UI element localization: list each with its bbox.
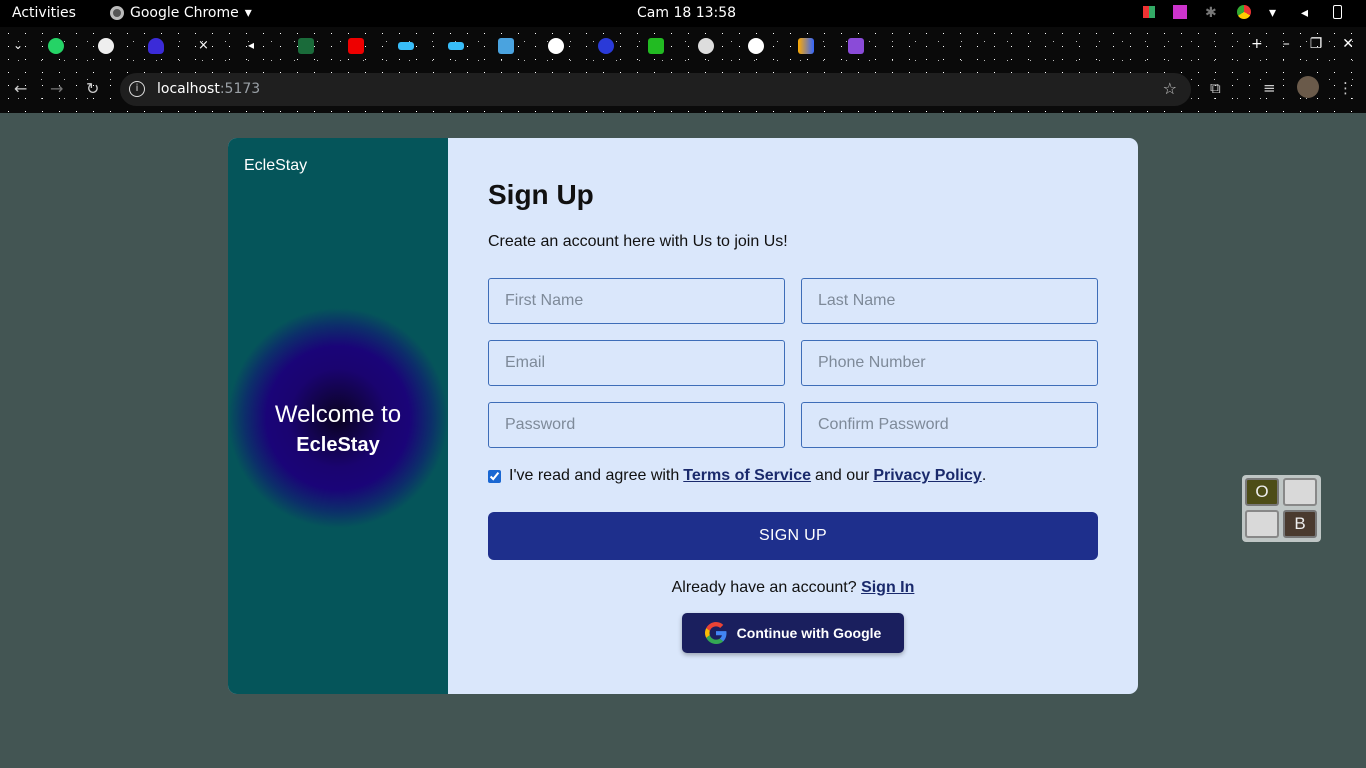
purple-tab-icon[interactable] <box>848 38 864 54</box>
terms-agreement: I've read and agree with Terms of Servic… <box>488 467 986 485</box>
agree-prefix-text: I've read and agree with <box>509 467 680 484</box>
tab-strip: ⌄ × ◂ + – ❐ ✕ <box>0 27 1366 67</box>
close-tab-icon[interactable]: × <box>198 38 214 54</box>
phone-number-field[interactable] <box>801 340 1098 386</box>
brand-logo-text: EcleStay <box>244 157 308 174</box>
reload-icon[interactable]: ↻ <box>86 79 99 98</box>
activities-button[interactable]: Activities <box>12 5 76 21</box>
google-signin-button[interactable]: Continue with Google <box>682 613 904 653</box>
tab-list: × ◂ <box>48 38 864 54</box>
cloud-tab-icon[interactable] <box>148 38 164 54</box>
widget-tile-o[interactable]: O <box>1245 478 1279 506</box>
first-name-field[interactable] <box>488 278 785 324</box>
tab-search-icon[interactable]: ⌄ <box>13 38 23 52</box>
profile-avatar[interactable] <box>1297 76 1319 98</box>
laptop-tab-icon[interactable] <box>498 38 514 54</box>
password-field[interactable] <box>488 402 785 448</box>
site-info-icon[interactable]: i <box>129 81 145 97</box>
sign-in-link[interactable]: Sign In <box>861 579 914 596</box>
terms-checkbox[interactable] <box>488 469 501 483</box>
url-text[interactable]: localhost:5173 <box>157 81 260 97</box>
window-controls: + – ❐ ✕ <box>1251 36 1354 52</box>
apps-grid-icon[interactable] <box>1143 6 1155 18</box>
welcome-panel: EcleStay Welcome to EcleStay <box>228 138 448 694</box>
chrome-menu-icon[interactable]: ⋮ <box>1338 79 1353 97</box>
google-tab-icon[interactable] <box>548 38 564 54</box>
back-icon[interactable]: ← <box>14 79 27 98</box>
email-field[interactable] <box>488 340 785 386</box>
chrome-tray-icon[interactable] <box>1237 5 1251 19</box>
signup-card: EcleStay Welcome to EcleStay Sign Up Cre… <box>228 138 1138 694</box>
welcome-brand: EcleStay <box>296 434 380 456</box>
chrome-tab-icon[interactable] <box>698 38 714 54</box>
battery-icon[interactable] <box>1333 5 1342 19</box>
bluetooth-icon[interactable]: ✱ <box>1205 5 1219 21</box>
system-top-bar: Activities Google Chrome ▾ Cam 18 13:58 … <box>0 0 1366 27</box>
agree-middle-text: and our <box>815 467 870 484</box>
media-control-icon[interactable]: ≡ <box>1263 79 1276 97</box>
page-subtitle: Create an account here with Us to join U… <box>488 233 788 250</box>
agree-suffix-text: . <box>981 467 987 484</box>
widget-tile-empty-2[interactable] <box>1245 510 1279 538</box>
whatsapp-tab-icon[interactable] <box>48 38 64 54</box>
floating-widget[interactable]: O B <box>1242 475 1321 542</box>
welcome-heading: Welcome to EcleStay <box>228 400 448 460</box>
volume-icon[interactable]: ◂ <box>1301 5 1315 21</box>
sign-in-prompt: Already have an account? Sign In <box>488 579 1098 597</box>
google-logo-icon <box>704 622 727 644</box>
system-clock[interactable]: Cam 18 13:58 <box>637 5 736 21</box>
wifi-icon[interactable]: ▾ <box>1269 5 1283 21</box>
system-tray[interactable]: ✱ ▾ ◂ <box>1143 5 1342 21</box>
bookmark-star-icon[interactable]: ☆ <box>1163 79 1177 98</box>
browser-chrome: ⌄ × ◂ + – ❐ ✕ ← → ↻ i localhost:5173 ☆ ⧉… <box>0 27 1366 113</box>
maximize-icon[interactable]: ❐ <box>1310 36 1323 52</box>
rainbow-tab-icon[interactable] <box>798 38 814 54</box>
audio-tab-icon[interactable]: ◂ <box>248 38 264 54</box>
tailwind-tab-icon[interactable] <box>398 42 414 50</box>
forward-icon[interactable]: → <box>50 79 63 98</box>
extensions-icon[interactable]: ⧉ <box>1210 79 1221 97</box>
new-tab-icon[interactable]: + <box>1251 36 1263 52</box>
minimize-icon[interactable]: – <box>1283 36 1290 52</box>
privacy-policy-link[interactable]: Privacy Policy <box>873 467 982 485</box>
youtube-tab-icon[interactable] <box>348 38 364 54</box>
tailwind-tab-icon-2[interactable] <box>448 42 464 50</box>
app-menu-label: Google Chrome <box>130 5 239 21</box>
signup-form: Sign Up Create an account here with Us t… <box>488 138 1098 694</box>
google-button-label: Continue with Google <box>736 625 882 641</box>
google-tab-icon-2[interactable] <box>748 38 764 54</box>
close-window-icon[interactable]: ✕ <box>1342 36 1354 52</box>
caret-down-icon: ▾ <box>244 5 252 21</box>
confirm-password-field[interactable] <box>801 402 1098 448</box>
terms-of-service-link[interactable]: Terms of Service <box>683 467 811 485</box>
widget-tile-empty-1[interactable] <box>1283 478 1317 506</box>
circle-tab-icon[interactable] <box>598 38 614 54</box>
chrome-icon <box>110 6 124 20</box>
sign-up-button[interactable]: SIGN UP <box>488 512 1098 560</box>
widget-tile-b[interactable]: B <box>1283 510 1317 538</box>
page-title: Sign Up <box>488 179 594 210</box>
welcome-line: Welcome to <box>274 401 402 428</box>
last-name-field[interactable] <box>801 278 1098 324</box>
clock-tab-icon[interactable] <box>648 38 664 54</box>
webflow-tab-icon[interactable] <box>298 38 314 54</box>
app-tray-icon[interactable] <box>1173 5 1187 19</box>
browser-toolbar: ← → ↻ i localhost:5173 ☆ ⧉ ≡ ⋮ <box>0 73 1366 107</box>
github-tab-icon[interactable] <box>98 38 114 54</box>
already-account-text: Already have an account? <box>671 579 857 596</box>
address-bar[interactable]: i localhost:5173 ☆ <box>120 73 1191 106</box>
app-menu[interactable]: Google Chrome ▾ <box>110 5 252 21</box>
